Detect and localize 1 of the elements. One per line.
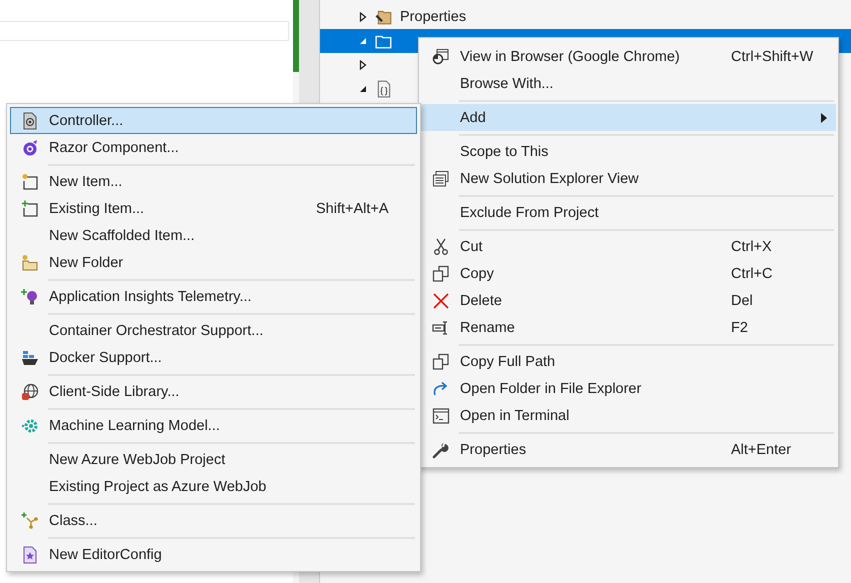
tree-label: Properties	[400, 9, 466, 25]
